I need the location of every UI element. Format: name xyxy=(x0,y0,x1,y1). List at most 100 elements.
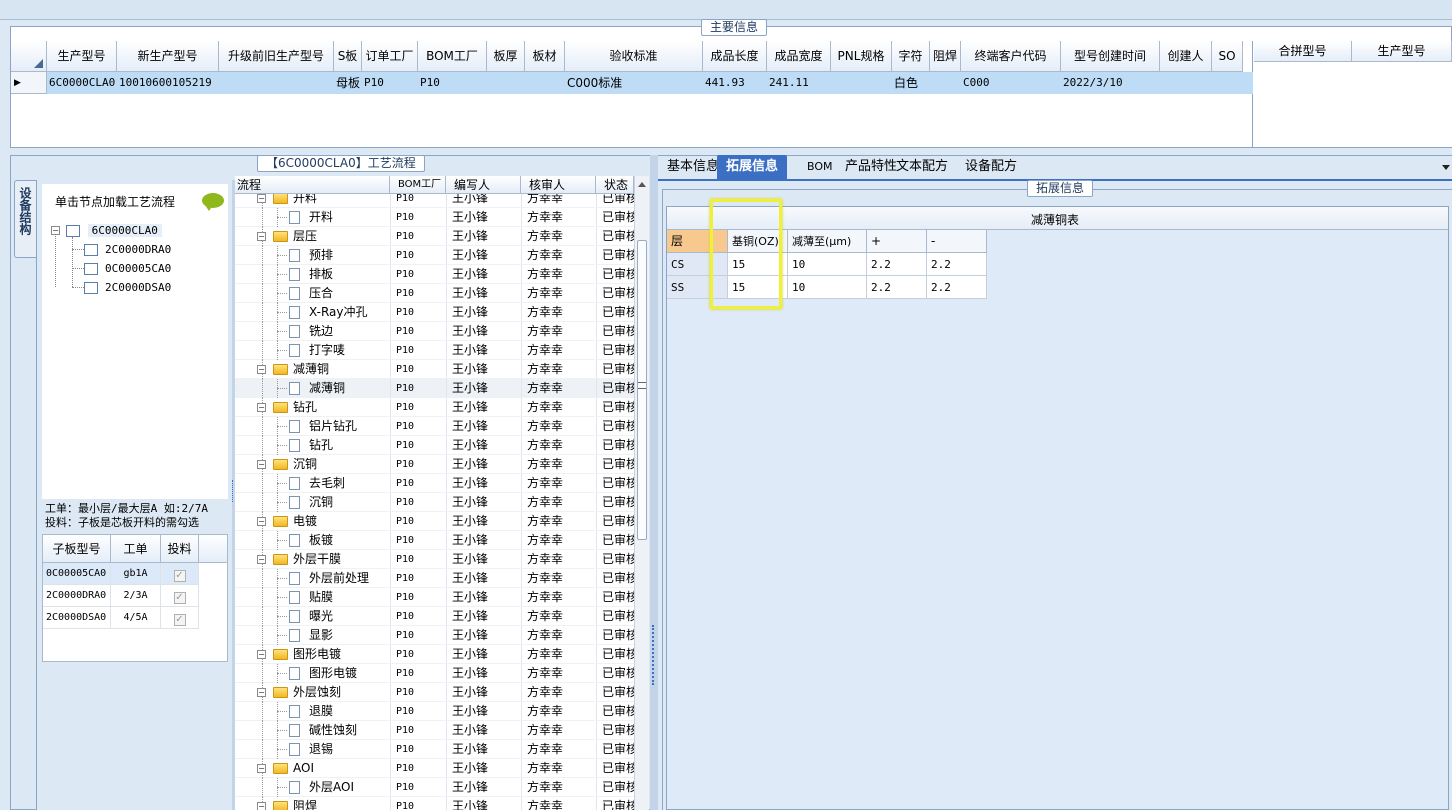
tabs-overflow-icon[interactable] xyxy=(1442,165,1450,170)
row-marker[interactable]: ▶ xyxy=(11,72,47,94)
collapse-icon[interactable]: − xyxy=(257,650,266,659)
merge-col-production-model[interactable]: 生产型号 xyxy=(1352,41,1452,62)
main-col-header[interactable]: 创建人 xyxy=(1160,41,1212,72)
flow-row[interactable]: 铝片钻孔 P10 王小锋 方幸幸 已审核 xyxy=(235,417,634,436)
tree-root[interactable]: − 6C0000CLA0 xyxy=(51,222,162,238)
flow-row[interactable]: 去毛刺 P10 王小锋 方幸幸 已审核 xyxy=(235,474,634,493)
flow-row[interactable]: − 电镀 P10 王小锋 方幸幸 已审核 xyxy=(235,512,634,531)
main-col-header[interactable]: 阻焊 xyxy=(930,41,961,72)
flow-col-header[interactable]: 核审人 xyxy=(521,176,596,194)
flow-row[interactable]: 外层前处理 P10 王小锋 方幸幸 已审核 xyxy=(235,569,634,588)
flow-row[interactable]: 图形电镀 P10 王小锋 方幸幸 已审核 xyxy=(235,664,634,683)
main-col-header[interactable]: BOM工厂 xyxy=(418,41,487,72)
main-col-header[interactable]: 型号创建时间 xyxy=(1061,41,1160,72)
flow-row[interactable]: − 阻焊 P10 王小锋 方幸幸 已审核 xyxy=(235,797,634,810)
copper-col-header[interactable]: - xyxy=(927,230,987,253)
flow-row[interactable]: 预排 P10 王小锋 方幸幸 已审核 xyxy=(235,246,634,265)
main-col-header[interactable]: 成品长度 xyxy=(703,41,767,72)
main-col-header[interactable]: 板厚 xyxy=(487,41,525,72)
flow-row[interactable]: 退锡 P10 王小锋 方幸幸 已审核 xyxy=(235,740,634,759)
sub-col-header[interactable]: 工单 xyxy=(111,535,161,563)
collapse-icon[interactable]: − xyxy=(257,517,266,526)
flow-row[interactable]: 板镀 P10 王小锋 方幸幸 已审核 xyxy=(235,531,634,550)
feed-checkbox[interactable]: ✓ xyxy=(173,614,186,626)
sub-col-header[interactable]: 子板型号 xyxy=(43,535,111,563)
flow-row[interactable]: 压合 P10 王小锋 方幸幸 已审核 xyxy=(235,284,634,303)
collapse-icon[interactable]: − xyxy=(257,802,266,810)
main-col-header[interactable]: PNL规格 xyxy=(831,41,892,72)
flow-row[interactable]: − AOI P10 王小锋 方幸幸 已审核 xyxy=(235,759,634,778)
sub-row-model[interactable]: 2C0000DRA0 xyxy=(43,585,111,607)
collapse-icon[interactable]: − xyxy=(257,403,266,412)
tree-child-node[interactable]: 2C0000DSA0 xyxy=(84,279,174,295)
collapse-icon[interactable]: − xyxy=(257,460,266,469)
copper-value-cell[interactable]: 2.2 xyxy=(867,253,927,276)
flow-col-header[interactable]: BOM工厂 xyxy=(390,176,446,194)
flow-row[interactable]: − 外层干膜 P10 王小锋 方幸幸 已审核 xyxy=(235,550,634,569)
flow-row[interactable]: 贴膜 P10 王小锋 方幸幸 已审核 xyxy=(235,588,634,607)
flow-row[interactable]: X-Ray冲孔 P10 王小锋 方幸幸 已审核 xyxy=(235,303,634,322)
flow-row[interactable]: 退膜 P10 王小锋 方幸幸 已审核 xyxy=(235,702,634,721)
flow-row[interactable]: − 沉铜 P10 王小锋 方幸幸 已审核 xyxy=(235,455,634,474)
flow-scrollbar[interactable] xyxy=(634,176,649,810)
copper-value-cell[interactable]: 10 xyxy=(788,276,867,299)
collapse-icon[interactable]: − xyxy=(257,688,266,697)
flow-row[interactable]: 外层AOI P10 王小锋 方幸幸 已审核 xyxy=(235,778,634,797)
main-col-header[interactable]: 终端客户代码 xyxy=(961,41,1061,72)
scroll-thumb[interactable] xyxy=(637,240,647,540)
center-splitter[interactable] xyxy=(650,155,658,810)
flow-row[interactable]: − 开料 P10 王小锋 方幸幸 已审核 xyxy=(235,194,634,208)
flow-row[interactable]: − 外层蚀刻 P10 王小锋 方幸幸 已审核 xyxy=(235,683,634,702)
copper-value-cell[interactable]: 10 xyxy=(788,253,867,276)
flow-row[interactable]: − 钻孔 P10 王小锋 方幸幸 已审核 xyxy=(235,398,634,417)
detail-tab[interactable]: 文本配方 xyxy=(887,155,957,179)
collapse-icon[interactable]: − xyxy=(51,226,60,235)
main-col-header[interactable]: 生产型号 xyxy=(47,41,117,72)
sub-row-model[interactable]: 2C0000DSA0 xyxy=(43,607,111,629)
tree-child-node[interactable]: 2C0000DRA0 xyxy=(84,241,174,257)
side-tab-device-structure[interactable]: 设备结构 xyxy=(14,180,36,258)
copper-value-cell[interactable]: 2.2 xyxy=(927,276,987,299)
main-col-header[interactable]: S板 xyxy=(334,41,362,72)
main-col-header[interactable]: 新生产型号 xyxy=(117,41,219,72)
main-col-header[interactable]: 升级前旧生产型号 xyxy=(219,41,334,72)
flow-row[interactable]: − 图形电镀 P10 王小锋 方幸幸 已审核 xyxy=(235,645,634,664)
sub-row-order[interactable]: 4/5A xyxy=(111,607,161,629)
sub-row-model[interactable]: 0C00005CA0 xyxy=(43,563,111,585)
flow-row[interactable]: 铣边 P10 王小锋 方幸幸 已审核 xyxy=(235,322,634,341)
sub-col-header[interactable]: 投料 xyxy=(161,535,199,563)
flow-row[interactable]: 排板 P10 王小锋 方幸幸 已审核 xyxy=(235,265,634,284)
feed-checkbox[interactable]: ✓ xyxy=(173,592,186,604)
flow-row[interactable]: 碱性蚀刻 P10 王小锋 方幸幸 已审核 xyxy=(235,721,634,740)
flow-row[interactable]: 沉铜 P10 王小锋 方幸幸 已审核 xyxy=(235,493,634,512)
flow-row[interactable]: 开料 P10 王小锋 方幸幸 已审核 xyxy=(235,208,634,227)
sub-row-order[interactable]: 2/3A xyxy=(111,585,161,607)
copper-value-cell[interactable]: 2.2 xyxy=(867,276,927,299)
flow-row[interactable]: 曝光 P10 王小锋 方幸幸 已审核 xyxy=(235,607,634,626)
detail-tab[interactable]: 设备配方 xyxy=(956,155,1026,179)
flow-col-header[interactable]: 状态 xyxy=(596,176,634,194)
copper-value-cell[interactable]: 2.2 xyxy=(927,253,987,276)
collapse-icon[interactable]: − xyxy=(257,764,266,773)
collapse-icon[interactable]: − xyxy=(257,194,266,203)
flow-row[interactable]: 钻孔 P10 王小锋 方幸幸 已审核 xyxy=(235,436,634,455)
collapse-icon[interactable]: − xyxy=(257,555,266,564)
scroll-up-arrow-icon[interactable] xyxy=(638,182,646,187)
merge-col-merge-model[interactable]: 合拼型号 xyxy=(1254,41,1352,62)
flow-row[interactable]: − 层压 P10 王小锋 方幸幸 已审核 xyxy=(235,227,634,246)
main-col-header[interactable]: 验收标准 xyxy=(565,41,703,72)
detail-tab[interactable]: 拓展信息 xyxy=(717,155,788,179)
main-col-header[interactable]: 成品宽度 xyxy=(767,41,831,72)
tree-child-node[interactable]: 0C00005CA0 xyxy=(84,260,174,276)
feed-checkbox[interactable]: ✓ xyxy=(173,570,186,582)
flow-row[interactable]: 打字唛 P10 王小锋 方幸幸 已审核 xyxy=(235,341,634,360)
sub-row-order[interactable]: gb1A xyxy=(111,563,161,585)
main-col-header[interactable]: SO xyxy=(1212,41,1243,72)
main-col-header[interactable]: 板材 xyxy=(525,41,565,72)
detail-tab[interactable]: BOM xyxy=(798,155,842,179)
collapse-icon[interactable]: − xyxy=(257,232,266,241)
flow-row[interactable]: 减薄铜 P10 王小锋 方幸幸 已审核 xyxy=(235,379,634,398)
flow-col-header[interactable]: 流程 xyxy=(235,176,390,194)
main-col-header[interactable]: 订单工厂 xyxy=(362,41,418,72)
flow-row[interactable]: − 减薄铜 P10 王小锋 方幸幸 已审核 xyxy=(235,360,634,379)
